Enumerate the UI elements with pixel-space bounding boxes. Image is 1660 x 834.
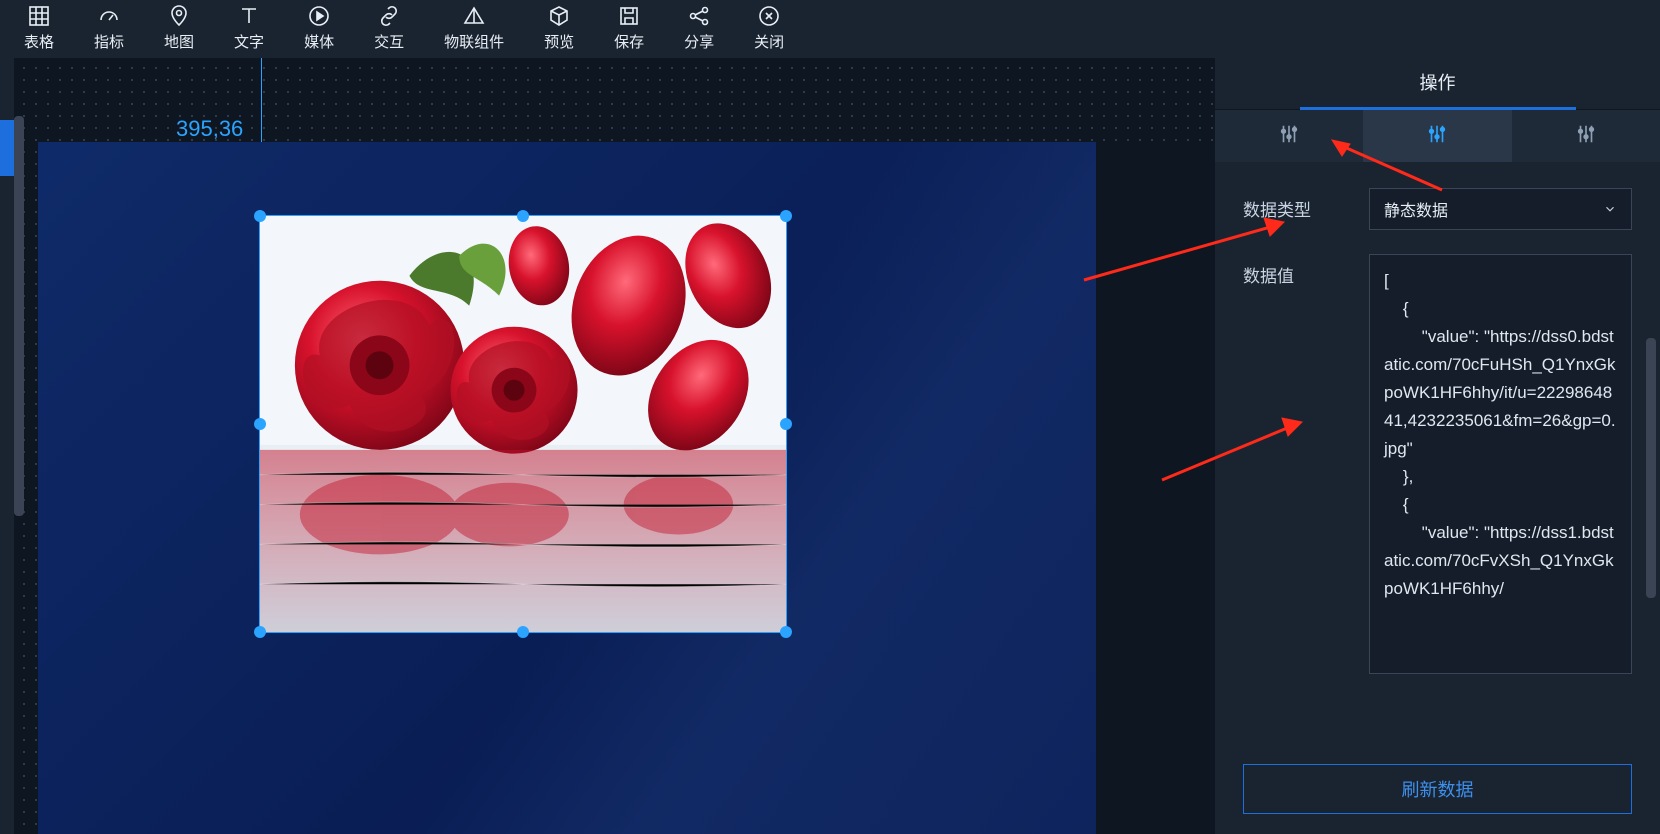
toolbar-label: 物联组件 (444, 31, 504, 52)
top-toolbar: 表格 指标 地图 文字 媒体 交互 物联组件 预览 保存 分享 关闭 (0, 0, 1660, 58)
selection-coordinates: 395,36 (176, 116, 243, 142)
refresh-data-button[interactable]: 刷新数据 (1243, 764, 1632, 814)
panel-subtabs (1215, 110, 1660, 162)
resize-handle-tr[interactable] (780, 210, 792, 222)
location-icon (166, 3, 192, 29)
text-icon (236, 3, 262, 29)
toolbar-label: 文字 (234, 31, 264, 52)
label-data-type: 数据类型 (1243, 188, 1369, 221)
toolbar-save[interactable]: 保存 (594, 0, 664, 58)
selected-component[interactable] (259, 215, 787, 633)
play-circle-icon (306, 3, 332, 29)
toolbar-preview[interactable]: 预览 (524, 0, 594, 58)
select-data-type[interactable]: 静态数据 (1369, 188, 1632, 230)
ruler-guide-vertical[interactable] (261, 58, 262, 142)
panel-tab-label: 操作 (1300, 57, 1576, 110)
toolbar-media[interactable]: 媒体 (284, 0, 354, 58)
sliders-icon (1278, 123, 1300, 150)
ruler-vertical (14, 58, 38, 834)
toolbar-text[interactable]: 文字 (214, 0, 284, 58)
save-icon (616, 3, 642, 29)
resize-handle-tl[interactable] (254, 210, 266, 222)
subtab-interaction[interactable] (1512, 110, 1660, 162)
cube-icon (546, 3, 572, 29)
resize-handle-tm[interactable] (517, 210, 529, 222)
toolbar-label: 保存 (614, 31, 644, 52)
toolbar-label: 关闭 (754, 31, 784, 52)
sliders-icon (1426, 123, 1448, 150)
code-editor-data-value[interactable]: [ { "value": "https://dss0.bdstatic.com/… (1369, 254, 1632, 674)
toolbar-close[interactable]: 关闭 (734, 0, 804, 58)
link-icon (376, 3, 402, 29)
toolbar-iot[interactable]: 物联组件 (424, 0, 524, 58)
toolbar-share[interactable]: 分享 (664, 0, 734, 58)
gauge-icon (96, 3, 122, 29)
toolbar-indicator[interactable]: 指标 (74, 0, 144, 58)
panel-tab-operations[interactable]: 操作 (1215, 58, 1660, 110)
sliders-icon (1575, 123, 1597, 150)
properties-panel: 操作 数据类型 静态数据 (1215, 58, 1660, 834)
sidebar-active-indicator (0, 120, 14, 176)
refresh-button-label: 刷新数据 (1402, 776, 1474, 802)
toolbar-table[interactable]: 表格 (4, 0, 74, 58)
toolbar-label: 分享 (684, 31, 714, 52)
chevron-down-icon (1603, 202, 1617, 216)
code-scrollbar[interactable] (1646, 338, 1656, 598)
toolbar-label: 交互 (374, 31, 404, 52)
resize-handle-bl[interactable] (254, 626, 266, 638)
toolbar-map[interactable]: 地图 (144, 0, 214, 58)
resize-handle-mr[interactable] (780, 418, 792, 430)
canvas-area[interactable]: 395,36 (14, 58, 1215, 834)
subtab-style[interactable] (1215, 110, 1363, 162)
select-value: 静态数据 (1384, 197, 1448, 221)
toolbar-label: 指标 (94, 31, 124, 52)
subtab-data[interactable] (1363, 110, 1511, 162)
panel-body: 数据类型 静态数据 数据值 [ { "value": "https://dss0… (1215, 162, 1660, 758)
workspace: 395,36 (0, 58, 1660, 834)
resize-handle-bm[interactable] (517, 626, 529, 638)
toolbar-label: 地图 (164, 31, 194, 52)
share-icon (686, 3, 712, 29)
toolbar-label: 媒体 (304, 31, 334, 52)
left-sidebar (0, 58, 14, 834)
toolbar-label: 表格 (24, 31, 54, 52)
grid-icon (26, 3, 52, 29)
triangle-up-icon (461, 3, 487, 29)
label-data-value: 数据值 (1243, 254, 1369, 287)
resize-handle-ml[interactable] (254, 418, 266, 430)
close-circle-icon (756, 3, 782, 29)
toolbar-label: 预览 (544, 31, 574, 52)
toolbar-interact[interactable]: 交互 (354, 0, 424, 58)
resize-handle-br[interactable] (780, 626, 792, 638)
image-placeholder (260, 216, 786, 632)
